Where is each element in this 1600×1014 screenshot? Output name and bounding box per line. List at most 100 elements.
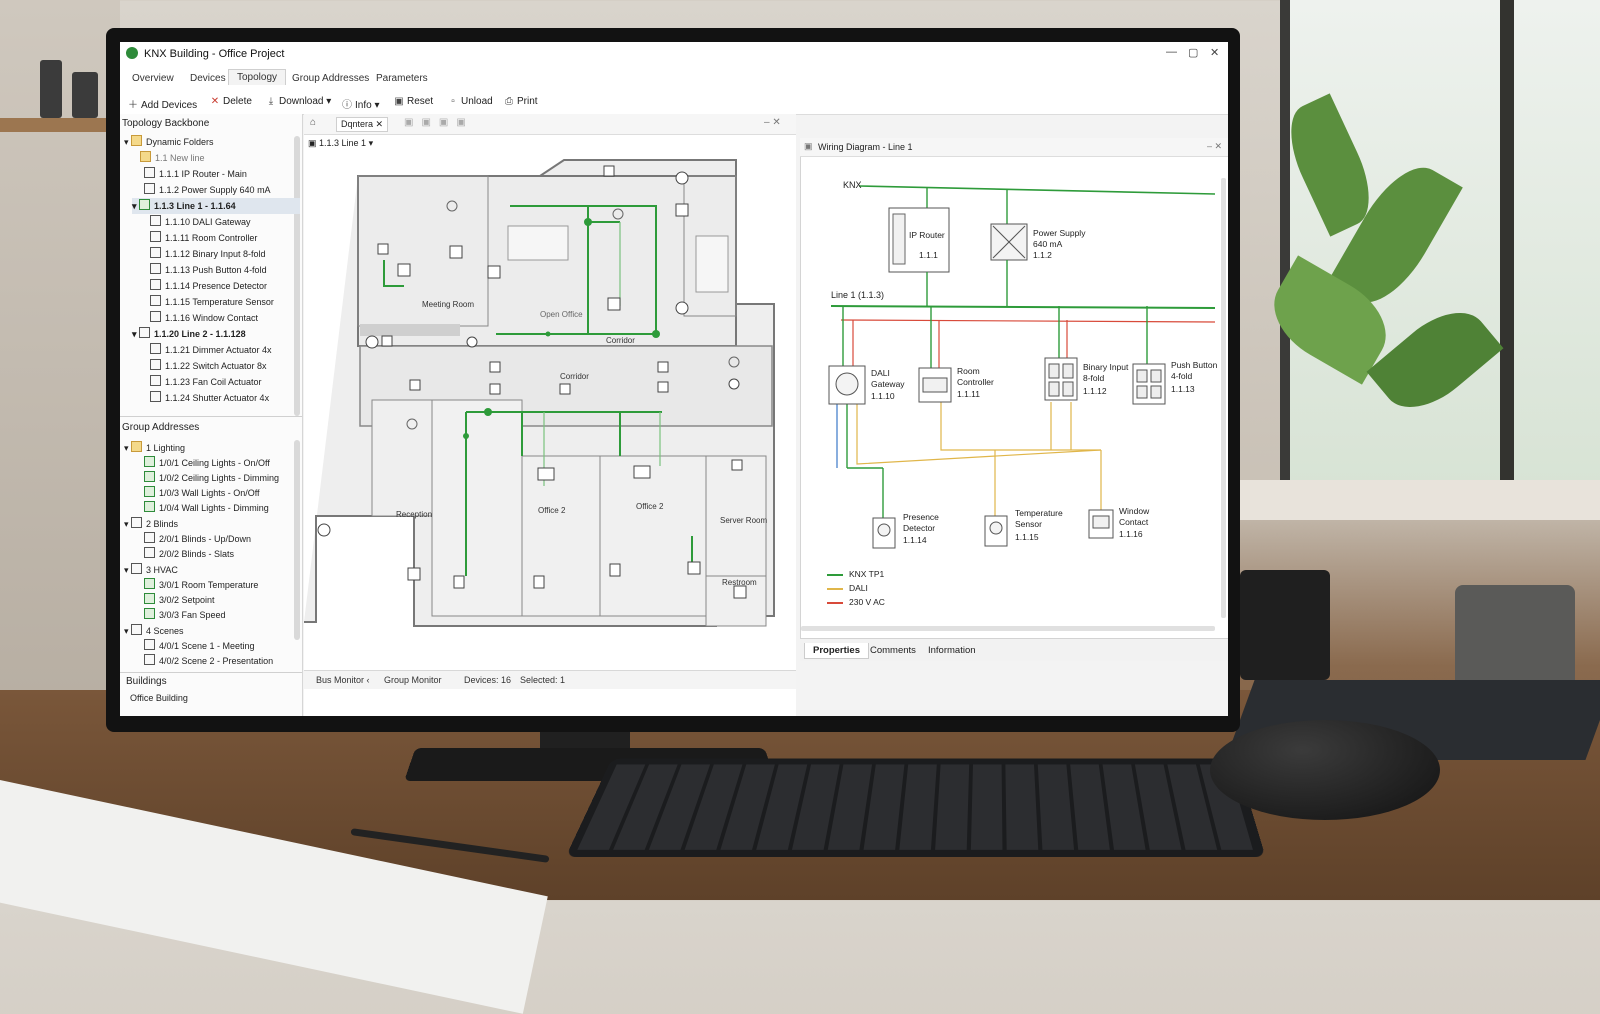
tree-item-dimmer-actuator[interactable]: 1.1.21 Dimmer Actuator 4x <box>150 342 272 358</box>
maximize-button[interactable]: ▢ <box>1188 46 1198 59</box>
ga-item[interactable]: 1/0/2 Ceiling Lights - Dimming <box>144 470 279 486</box>
tree-item-temperature-sensor[interactable]: 1.1.15 Temperature Sensor <box>150 294 274 310</box>
power-supply-name: Power Supply <box>1033 228 1086 238</box>
reset-button[interactable]: ▣ Reset <box>394 96 433 107</box>
tree-item-push-button[interactable]: 1.1.13 Push Button 4-fold <box>150 262 267 278</box>
ga-folder-hvac[interactable]: ▾ 3 HVAC <box>124 562 178 578</box>
tree-label: 3/0/2 Setpoint <box>159 595 215 605</box>
ga-folder-scenes[interactable]: ▾ 4 Scenes <box>124 623 184 639</box>
ga-folder-blinds[interactable]: ▾ 2 Blinds <box>124 516 178 532</box>
ga-folder-lighting[interactable]: ▾ 1 Lighting <box>124 440 185 456</box>
tree-item-line-2[interactable]: ▾ 1.1.20 Line 2 - 1.1.128 <box>132 326 246 342</box>
dali-gateway-name: DALI <box>871 368 890 378</box>
tree-item-switch-actuator[interactable]: 1.1.22 Switch Actuator 8x <box>150 358 267 374</box>
window-sill <box>1240 480 1600 520</box>
power-supply-rating: 640 mA <box>1033 239 1063 249</box>
tree-label: 4/0/2 Scene 2 - Presentation <box>159 656 274 666</box>
ga-item[interactable]: 4/0/1 Scene 1 - Meeting <box>144 638 255 654</box>
ga-item[interactable]: 1/0/4 Wall Lights - Dimming <box>144 500 269 516</box>
delete-button[interactable]: ✕ Delete <box>210 96 252 107</box>
download-button[interactable]: ⤓ Download ▾ <box>266 96 332 107</box>
ga-item[interactable]: 3/0/3 Fan Speed <box>144 607 226 623</box>
tab-topology[interactable]: Topology <box>228 69 287 85</box>
line-selector[interactable]: ▣ 1.1.3 Line 1 ▾ <box>308 138 373 149</box>
ga-item[interactable]: 1/0/3 Wall Lights - On/Off <box>144 485 260 501</box>
plan-close-icon[interactable]: – ✕ <box>764 117 781 128</box>
tab-overview[interactable]: Overview <box>124 71 182 86</box>
presence-detector-type: Detector <box>903 523 936 533</box>
plan-tool-icons[interactable]: ▣▣▣▣ <box>404 117 474 128</box>
tree-label: 1/0/3 Wall Lights - On/Off <box>159 488 260 498</box>
tree-item-binary-input[interactable]: 1.1.12 Binary Input 8-fold <box>150 246 266 262</box>
tree-label: 1.1.15 Temperature Sensor <box>165 297 274 307</box>
main-tabs: Overview Devices Topology Group Addresse… <box>120 66 1228 91</box>
wiring-close-icon[interactable]: – ✕ <box>1207 141 1222 152</box>
tree-item-shutter-actuator[interactable]: 1.1.24 Shutter Actuator 4x <box>150 390 269 406</box>
tab-devices[interactable]: Devices <box>182 71 234 86</box>
dali-gateway-type: Gateway <box>871 379 905 389</box>
delete-label: Delete <box>223 96 252 107</box>
ga-item[interactable]: 2/0/1 Blinds - Up/Down <box>144 531 251 547</box>
tree-item-fan-coil-actuator[interactable]: 1.1.23 Fan Coil Actuator <box>150 374 262 390</box>
tab-parameters[interactable]: Parameters <box>368 71 436 86</box>
ga-item[interactable]: 3/0/2 Setpoint <box>144 592 215 608</box>
coffee-mug <box>1455 585 1575 695</box>
panel-divider <box>120 672 302 673</box>
tree-label: 1.1.14 Presence Detector <box>165 281 268 291</box>
tree-item-line-1[interactable]: ▾ 1.1.3 Line 1 - 1.1.64 <box>132 198 300 214</box>
tab-properties[interactable]: Properties <box>804 643 869 659</box>
home-icon[interactable]: ⌂ <box>310 117 316 128</box>
tree-item-window-contact[interactable]: 1.1.16 Window Contact <box>150 310 258 326</box>
topology-scrollbar[interactable] <box>294 136 300 416</box>
tree-item-room-controller[interactable]: 1.1.11 Room Controller <box>150 230 257 246</box>
ga-item[interactable]: 2/0/2 Blinds - Slats <box>144 546 234 562</box>
topology-header: Topology Backbone <box>122 118 210 129</box>
group-address-icon <box>144 456 155 467</box>
device-icon <box>150 295 161 306</box>
tree-item-power-supply[interactable]: 1.1.2 Power Supply 640 mA <box>144 182 271 198</box>
wiring-diagram-header: ▣ Wiring Diagram - Line 1 – ✕ <box>800 138 1228 157</box>
close-button[interactable]: ✕ <box>1210 46 1219 59</box>
ga-item[interactable]: 1/0/1 Ceiling Lights - On/Off <box>144 455 270 471</box>
minimize-button[interactable]: — <box>1166 46 1177 58</box>
tree-label: 2/0/2 Blinds - Slats <box>159 549 235 559</box>
room-label-office-2b: Office 2 <box>636 502 664 511</box>
floor-plan-drawing[interactable] <box>304 156 796 676</box>
tree-item-dali-gateway[interactable]: 1.1.10 DALI Gateway <box>150 214 251 230</box>
device-icon <box>150 231 161 242</box>
tree-label: 4 Scenes <box>146 626 184 636</box>
group-address-icon <box>144 593 155 604</box>
window-title: KNX Building - Office Project <box>144 48 285 60</box>
tree-item-presence-detector[interactable]: 1.1.14 Presence Detector <box>150 278 267 294</box>
bus-monitor-label: Bus Monitor <box>316 675 365 685</box>
tree-label: 1.1.23 Fan Coil Actuator <box>165 377 262 387</box>
print-button[interactable]: ⎙ Print <box>504 96 538 107</box>
tree-item-office-building[interactable]: Office Building <box>130 690 188 706</box>
bus-monitor-tab[interactable]: Bus Monitor ‹ <box>316 675 370 685</box>
add-devices-button[interactable]: ＋ Add Devices <box>128 96 197 111</box>
tab-group-addresses[interactable]: Group Addresses <box>284 71 377 86</box>
plus-icon: ＋ <box>128 100 138 111</box>
folder-icon <box>140 151 151 162</box>
tree-label: 3 HVAC <box>146 565 178 575</box>
tree-item-new-line[interactable]: 1.1 New line <box>140 150 205 166</box>
wiring-diagram-drawing[interactable] <box>801 138 1228 638</box>
device-icon <box>150 279 161 290</box>
tree-item-ip-router[interactable]: 1.1.1 IP Router - Main <box>144 166 247 182</box>
group-monitor-tab[interactable]: Group Monitor <box>384 675 442 685</box>
group-addresses-scrollbar[interactable] <box>294 440 300 640</box>
push-button-address: 1.1.13 <box>1171 384 1195 394</box>
info-button[interactable]: ⓘ Info ▾ <box>342 96 380 111</box>
ga-item[interactable]: 4/0/2 Scene 2 - Presentation <box>144 653 273 669</box>
tab-information[interactable]: Information <box>920 643 984 658</box>
device-icon <box>150 215 161 226</box>
room-window <box>1280 0 1600 520</box>
tab-comments[interactable]: Comments <box>862 643 924 658</box>
devices-count: Devices: 16 <box>464 675 512 685</box>
tree-item-dynamic-folders[interactable]: ▾ Dynamic Folders <box>124 134 214 150</box>
unload-button[interactable]: ▫ Unload <box>448 96 492 107</box>
toolbar: ＋ Add Devices ✕ Delete ⤓ Download ▾ ⓘ Info ▾… <box>120 90 1228 115</box>
plan-document-tab[interactable]: Dqntera ✕ <box>336 117 389 132</box>
ga-item[interactable]: 3/0/1 Room Temperature <box>144 577 258 593</box>
room-label-office-2a: Office 2 <box>538 506 566 515</box>
